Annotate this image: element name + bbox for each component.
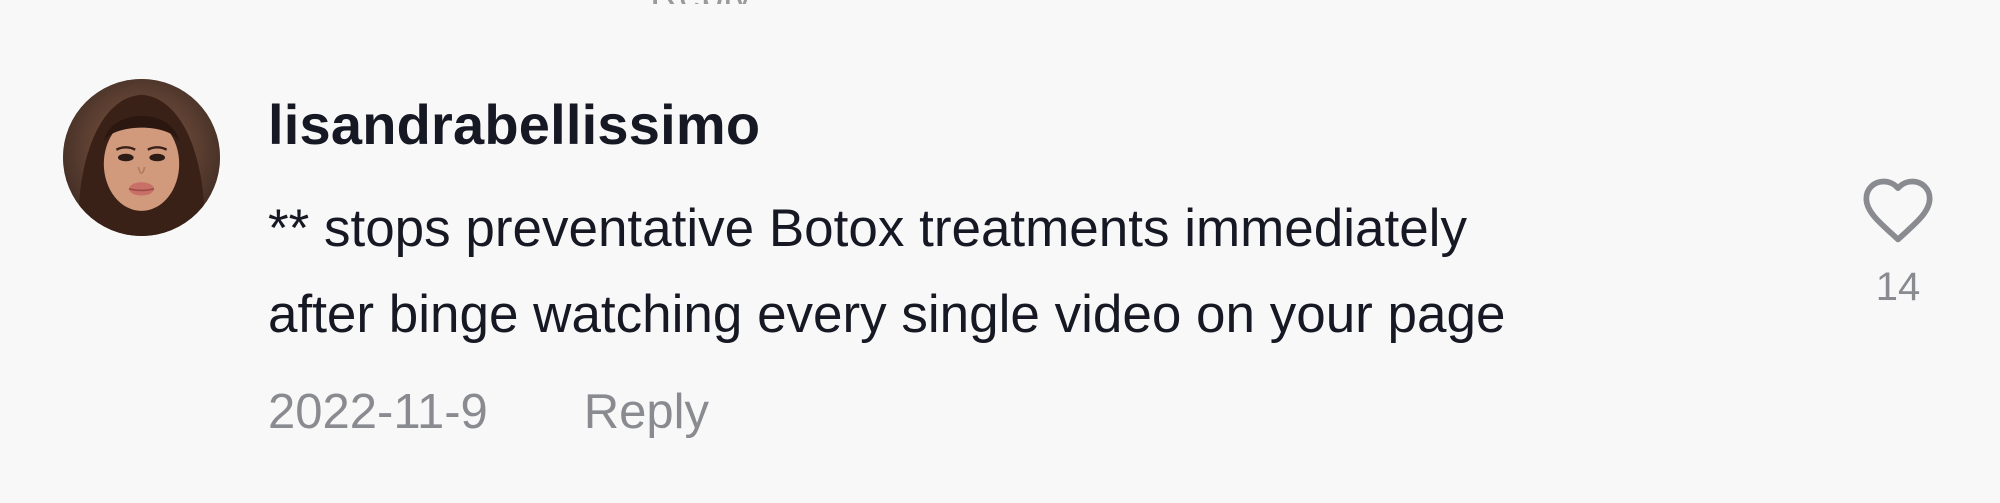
comment-date: 2022-11-9 [268, 385, 488, 439]
user-avatar[interactable] [63, 79, 220, 236]
comment-text-line-1: ** stops preventative Botox treatments i… [268, 199, 1467, 258]
comment-username[interactable]: lisandrabellissimo [268, 92, 760, 157]
comment-text-line-2: after binge watching every single video … [268, 285, 1506, 344]
like-control: 14 [1855, 175, 1941, 310]
reply-button[interactable]: Reply [584, 384, 709, 440]
like-count: 14 [1875, 265, 1921, 309]
avatar-image [63, 79, 220, 236]
heart-outline-icon[interactable] [1860, 175, 1936, 245]
comment-meta: 2022-11-9 Reply [268, 384, 709, 440]
comment-item: lisandrabellissimo ** stops preventative… [0, 0, 2000, 503]
comment-text: ** stops preventative Botox treatments i… [268, 186, 1768, 358]
